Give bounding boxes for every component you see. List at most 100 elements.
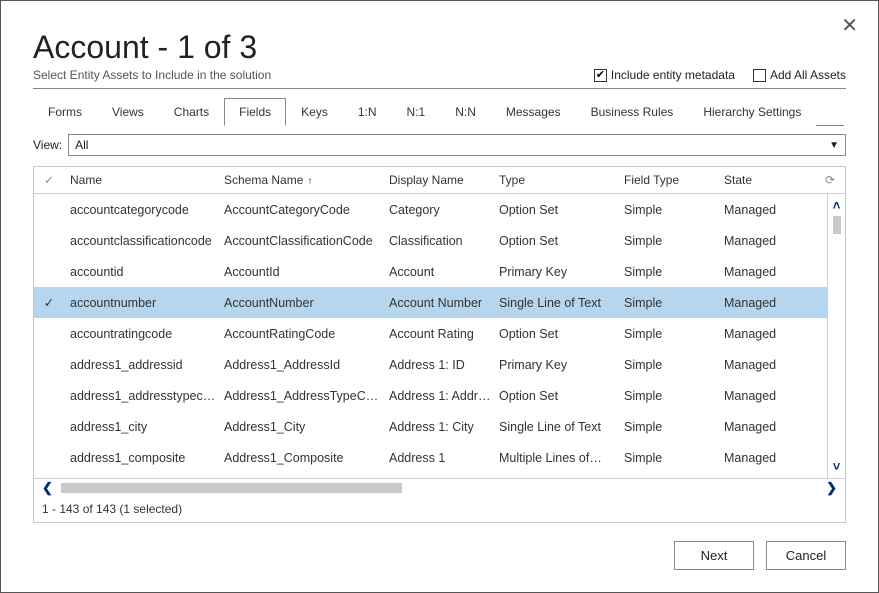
cell-ftype: Simple [624,234,724,248]
cell-type: Multiple Lines of… [499,451,624,465]
scroll-thumb[interactable] [833,216,841,234]
cell-type: Primary Key [499,265,624,279]
cell-state: Managed [724,203,809,217]
page-title: Account - 1 of 3 [33,29,846,66]
cell-schema: Address1_AddressTypeCode [224,389,389,403]
table-row[interactable]: address1_cityAddress1_CityAddress 1: Cit… [34,411,845,442]
tab-views[interactable]: Views [97,98,159,126]
cell-state: Managed [724,420,809,434]
cell-schema: AccountId [224,265,389,279]
tab-messages[interactable]: Messages [491,98,576,126]
tab-n-n[interactable]: N:N [440,98,491,126]
table-row[interactable]: address1_compositeAddress1_CompositeAddr… [34,442,845,473]
vertical-scrollbar[interactable]: ˄ ˅ [827,194,845,478]
page-subtitle: Select Entity Assets to Include in the s… [33,68,271,82]
cell-type: Single Line of Text [499,296,624,310]
table-row[interactable]: accountratingcodeAccountRatingCodeAccoun… [34,318,845,349]
check-icon [44,295,54,310]
tab-forms[interactable]: Forms [33,98,97,126]
tab-business-rules[interactable]: Business Rules [576,98,689,126]
select-all-header[interactable] [34,173,64,187]
check-icon [44,173,54,187]
cell-state: Managed [724,389,809,403]
cell-name: address1_addresstypecode [64,389,224,403]
col-name-header[interactable]: Name [64,173,224,187]
scroll-up-icon[interactable]: ˄ [833,198,841,213]
refresh-button[interactable] [809,173,845,187]
view-value: All [75,138,88,152]
dialog-buttons: Next Cancel [33,541,846,570]
cell-schema: AccountClassificationCode [224,234,389,248]
dialog: ✕ Account - 1 of 3 Select Entity Assets … [0,0,879,593]
cell-schema: AccountNumber [224,296,389,310]
cell-schema: AccountRatingCode [224,327,389,341]
include-metadata-checkbox[interactable]: Include entity metadata [594,68,735,82]
scroll-thumb[interactable] [61,483,402,493]
cell-ftype: Simple [624,451,724,465]
next-button[interactable]: Next [674,541,754,570]
cell-schema: Address1_Composite [224,451,389,465]
cell-schema: AccountCategoryCode [224,203,389,217]
col-display-header[interactable]: Display Name [389,173,499,187]
cell-name: address1_city [64,420,224,434]
grid-header: Name Schema Name↑ Display Name Type Fiel… [34,167,845,194]
cell-name: accountid [64,265,224,279]
table-row[interactable]: accountclassificationcodeAccountClassifi… [34,225,845,256]
cell-display: Address 1: ID [389,358,499,372]
cell-state: Managed [724,327,809,341]
table-row[interactable]: accountcategorycodeAccountCategoryCodeCa… [34,194,845,225]
col-state-header[interactable]: State [724,173,809,187]
cell-type: Option Set [499,327,624,341]
sort-asc-icon: ↑ [307,176,312,187]
cell-ftype: Simple [624,203,724,217]
grid: Name Schema Name↑ Display Name Type Fiel… [33,166,846,523]
cell-display: Address 1 [389,451,499,465]
scroll-track[interactable] [61,483,818,493]
tab-1-n[interactable]: 1:N [343,98,392,126]
col-ftype-header[interactable]: Field Type [624,173,724,187]
cell-ftype: Simple [624,389,724,403]
scroll-left-icon[interactable]: ❮ [34,480,61,496]
add-all-assets-checkbox[interactable]: Add All Assets [753,68,846,82]
cell-name: accountcategorycode [64,203,224,217]
cell-display: Account Number [389,296,499,310]
table-row[interactable]: accountidAccountIdAccountPrimary KeySimp… [34,256,845,287]
checkbox-icon [594,69,607,82]
col-schema-header[interactable]: Schema Name↑ [224,173,389,187]
cell-state: Managed [724,451,809,465]
cell-state: Managed [724,358,809,372]
close-icon[interactable]: ✕ [841,13,858,38]
cell-state: Managed [724,265,809,279]
table-row[interactable]: accountnumberAccountNumberAccount Number… [34,287,845,318]
grid-body: accountcategorycodeAccountCategoryCodeCa… [34,194,845,478]
horizontal-scrollbar[interactable]: ❮ ❯ [34,478,845,496]
cell-type: Single Line of Text [499,420,624,434]
grid-status: 1 - 143 of 143 (1 selected) [34,496,845,522]
cell-type: Option Set [499,389,624,403]
cell-ftype: Simple [624,265,724,279]
cell-display: Account [389,265,499,279]
cell-display: Address 1: City [389,420,499,434]
table-row[interactable]: address1_addressidAddress1_AddressIdAddr… [34,349,845,380]
tab-keys[interactable]: Keys [286,98,343,126]
header-options: Include entity metadata Add All Assets [594,68,846,82]
scroll-down-icon[interactable]: ˅ [833,459,841,474]
scroll-right-icon[interactable]: ❯ [818,480,845,496]
cell-ftype: Simple [624,420,724,434]
cell-schema: Address1_City [224,420,389,434]
cancel-button[interactable]: Cancel [766,541,846,570]
col-type-header[interactable]: Type [499,173,624,187]
tab-fields[interactable]: Fields [224,98,286,126]
view-select[interactable]: All ▼ [68,134,846,156]
cell-display: Address 1: Addr… [389,389,499,403]
tab-charts[interactable]: Charts [159,98,224,126]
cell-state: Managed [724,296,809,310]
cell-ftype: Simple [624,358,724,372]
view-row: View: All ▼ [33,134,846,156]
row-check[interactable] [34,295,64,310]
table-row[interactable]: address1_addresstypecodeAddress1_Address… [34,380,845,411]
tab-hierarchy-settings[interactable]: Hierarchy Settings [688,98,816,126]
tab-n-1[interactable]: N:1 [392,98,441,126]
cell-ftype: Simple [624,296,724,310]
refresh-icon [825,173,835,187]
